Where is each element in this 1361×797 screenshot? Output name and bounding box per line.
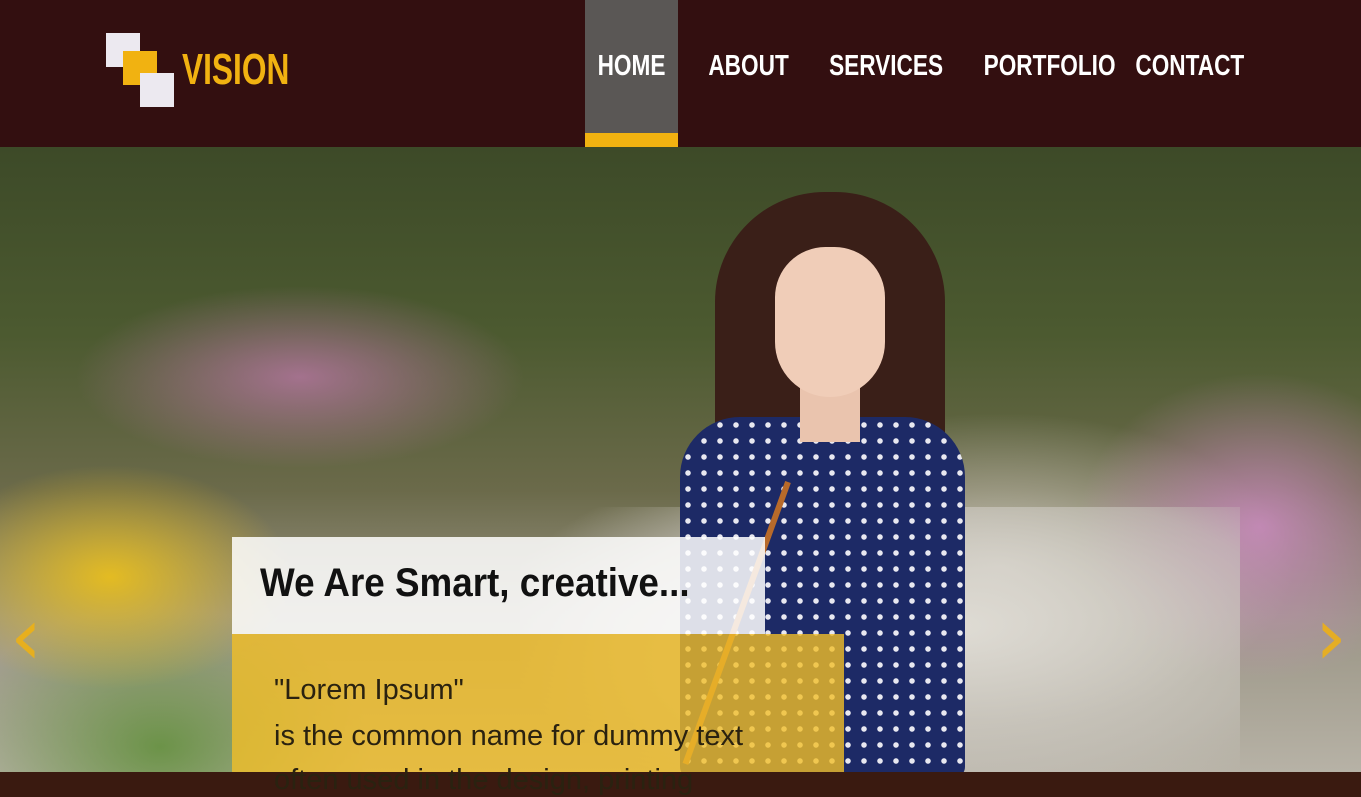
nav-item-label: SERVICES — [829, 50, 944, 82]
logo-square-icon — [140, 73, 174, 107]
nav-item-contact[interactable]: CONTACT — [1120, 0, 1244, 147]
nav-item-label: HOME — [597, 50, 666, 82]
chevron-right-icon[interactable]: › — [1305, 597, 1357, 677]
nav-item-label: CONTACT — [1135, 50, 1245, 82]
slide-caption-title-box: We Are Smart, creative... — [232, 537, 765, 634]
top-navbar: VISION HOME ABOUT SERVICES PORTFOLIO CON… — [0, 0, 1361, 147]
slide-text-line: "Lorem Ipsum" — [274, 674, 464, 706]
nav-item-about[interactable]: ABOUT — [697, 0, 793, 147]
slide-caption-body-box: "Lorem Ipsum" is the common name for dum… — [232, 634, 844, 796]
nav-item-label: ABOUT — [708, 50, 789, 82]
nav-item-portfolio[interactable]: PORTFOLIO — [965, 0, 1116, 147]
nav-item-home[interactable]: HOME — [585, 0, 678, 147]
nav-item-services[interactable]: SERVICES — [813, 0, 943, 147]
slide-text-line: often used in the design, printing — [274, 764, 694, 796]
slide-text-line: is the common name for dummy text — [274, 720, 743, 752]
slide-title: We Are Smart, creative... — [260, 561, 690, 605]
nav-item-label: PORTFOLIO — [983, 50, 1116, 82]
brand-name: VISION — [182, 45, 290, 94]
chevron-left-icon[interactable]: ‹ — [0, 597, 52, 677]
